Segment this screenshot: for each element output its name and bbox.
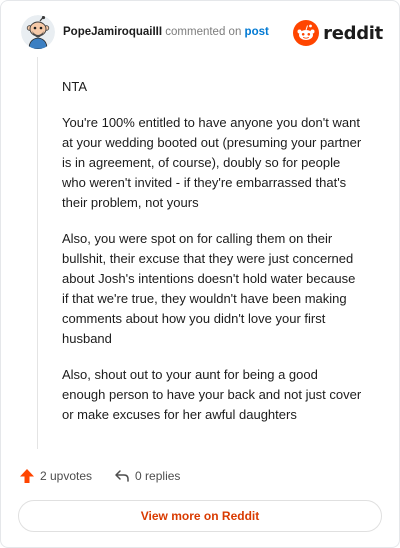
thread-line xyxy=(37,57,38,449)
reply-arrow-icon xyxy=(115,470,129,482)
comment-paragraph: NTA xyxy=(62,79,88,94)
comment-paragraph: Also, you were spot on for calling them … xyxy=(62,231,356,346)
commented-on-text: commented on xyxy=(165,26,242,38)
comment-paragraph: Also, shout out to your aunt for being a… xyxy=(62,367,362,422)
author-name[interactable]: PopeJamiroquaiIII xyxy=(63,26,162,38)
reddit-logo-icon xyxy=(293,20,320,46)
post-link[interactable]: post xyxy=(245,26,269,38)
upvote-button[interactable]: 2 upvotes xyxy=(19,468,92,484)
comment-body: NTA You're 100% entitled to have anyone … xyxy=(62,77,362,441)
comment-paragraph: You're 100% entitled to have anyone you … xyxy=(62,115,362,210)
upvotes-count: 2 upvotes xyxy=(40,469,93,483)
view-more-button[interactable]: View more on Reddit xyxy=(18,500,382,532)
comment-embed-card: PopeJamiroquaiIII commented on post redd… xyxy=(0,0,400,548)
comment-byline: PopeJamiroquaiIII commented on post xyxy=(63,26,269,38)
comment-header: PopeJamiroquaiIII commented on post redd… xyxy=(21,15,383,55)
snoo-avatar-icon[interactable] xyxy=(21,15,55,49)
replies-count: 0 replies xyxy=(135,469,181,483)
comment-actions: 2 upvotes 0 replies xyxy=(19,466,202,486)
reddit-wordmark: reddit xyxy=(323,22,383,44)
reply-button[interactable]: 0 replies xyxy=(114,468,180,484)
upvote-arrow-icon xyxy=(20,469,34,483)
reddit-brand[interactable]: reddit xyxy=(293,20,383,46)
